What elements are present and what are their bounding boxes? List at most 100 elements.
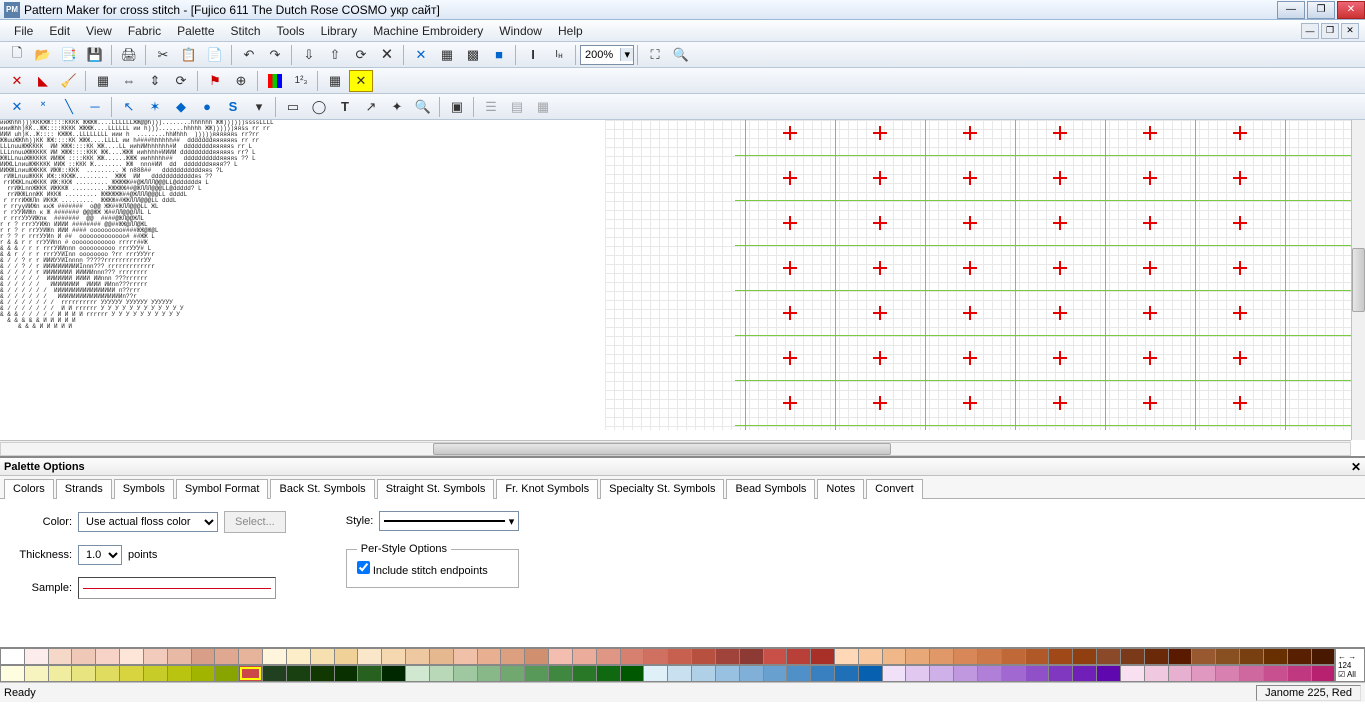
half-cross-icon[interactable]: ˟ <box>31 96 55 118</box>
horizontal-scrollbar[interactable] <box>0 440 1351 456</box>
color-swatch[interactable] <box>406 648 430 665</box>
tab-straight-st-symbols[interactable]: Straight St. Symbols <box>377 479 495 499</box>
tab-symbol-format[interactable]: Symbol Format <box>176 479 269 499</box>
color-swatch[interactable] <box>597 665 621 682</box>
cut-icon[interactable]: ✂ <box>151 44 175 66</box>
color-swatch[interactable] <box>454 648 478 665</box>
tab-symbols[interactable]: Symbols <box>114 479 174 499</box>
pointer-icon[interactable]: ↖ <box>117 96 141 118</box>
swatch-end-panel[interactable]: ← → 124 ☑ All <box>1335 648 1365 682</box>
color-swatch[interactable] <box>716 665 740 682</box>
mirror-h-icon[interactable]: ⇔ <box>117 70 141 92</box>
color-swatch[interactable] <box>573 648 597 665</box>
color-swatch[interactable] <box>859 648 883 665</box>
color-swatch[interactable] <box>168 648 192 665</box>
delete-icon[interactable]: 🗙 <box>375 44 399 66</box>
color-swatch[interactable] <box>1049 648 1073 665</box>
opt1-icon[interactable]: ☰ <box>479 96 503 118</box>
color-swatch[interactable] <box>525 665 549 682</box>
color-swatch[interactable] <box>263 665 287 682</box>
color-swatch[interactable] <box>168 665 192 682</box>
color-swatch[interactable] <box>0 648 25 665</box>
color-swatch[interactable] <box>597 648 621 665</box>
color-swatch[interactable] <box>120 648 144 665</box>
color-swatch[interactable] <box>1097 665 1121 682</box>
color-swatch[interactable] <box>1216 648 1240 665</box>
back-stitch-icon[interactable]: ╲ <box>57 96 81 118</box>
color-swatch[interactable] <box>1026 665 1050 682</box>
mdi-minimize-button[interactable]: — <box>1301 23 1319 39</box>
color-swatch[interactable] <box>1049 665 1073 682</box>
color-swatch[interactable] <box>287 665 311 682</box>
tab-specialty-st-symbols[interactable]: Specialty St. Symbols <box>600 479 724 499</box>
color-swatch[interactable] <box>311 665 335 682</box>
lasso-icon[interactable]: ◯ <box>307 96 331 118</box>
more-icon[interactable]: ▾ <box>247 96 271 118</box>
copy-icon[interactable]: 📋 <box>177 44 201 66</box>
color-swatch[interactable] <box>358 665 382 682</box>
menu-stitch[interactable]: Stitch <box>223 22 269 40</box>
full-stitch-icon[interactable]: ✕ <box>5 70 29 92</box>
count-icon[interactable]: 1²₃ <box>289 70 313 92</box>
ruler-icon[interactable]: Iн <box>547 44 571 66</box>
mdi-restore-button[interactable]: ❐ <box>1321 23 1339 39</box>
solid-icon[interactable]: ■ <box>487 44 511 66</box>
menu-file[interactable]: File <box>6 22 41 40</box>
special-icon[interactable]: S <box>221 96 245 118</box>
color-swatch[interactable] <box>1240 665 1264 682</box>
color-swatch[interactable] <box>120 665 144 682</box>
mdi-close-button[interactable]: ✕ <box>1341 23 1359 39</box>
color-swatch[interactable] <box>1312 665 1336 682</box>
straight-icon[interactable]: ─ <box>83 96 107 118</box>
export-icon[interactable]: ⇧ <box>323 44 347 66</box>
color-swatch[interactable] <box>835 665 859 682</box>
color-swatch[interactable] <box>1169 648 1193 665</box>
color-swatch[interactable] <box>478 665 502 682</box>
color-select[interactable]: Use actual floss color <box>78 512 218 532</box>
bead-icon[interactable]: ✶ <box>143 96 167 118</box>
open-icon[interactable]: 📂 <box>31 44 55 66</box>
color-swatch[interactable] <box>501 665 525 682</box>
wand-icon[interactable]: ✦ <box>385 96 409 118</box>
half-stitch-icon[interactable]: ◣ <box>31 70 55 92</box>
info-icon[interactable]: I <box>521 44 545 66</box>
color-swatch[interactable] <box>311 648 335 665</box>
color-swatch[interactable] <box>954 665 978 682</box>
center-icon[interactable]: ⊕ <box>229 70 253 92</box>
erase-icon[interactable]: 🧹 <box>57 70 81 92</box>
color-swatch[interactable] <box>25 665 49 682</box>
minimize-button[interactable]: — <box>1277 1 1305 19</box>
color-swatch[interactable] <box>1288 665 1312 682</box>
tab-bead-symbols[interactable]: Bead Symbols <box>726 479 815 499</box>
area-icon[interactable]: ▦ <box>91 70 115 92</box>
rgb-icon[interactable] <box>263 70 287 92</box>
maximize-button[interactable]: ❐ <box>1307 1 1335 19</box>
include-endpoints-checkbox[interactable]: Include stitch endpoints <box>357 565 488 577</box>
canvas[interactable]: ииЖhhh)))КККЖЖ::::КККК ЖЖЖЖ....LLLLLLЖЖ@… <box>0 120 1365 457</box>
color-swatch[interactable] <box>621 665 645 682</box>
color-swatch[interactable] <box>549 665 573 682</box>
tab-colors[interactable]: Colors <box>4 479 54 499</box>
color-swatch[interactable] <box>787 648 811 665</box>
color-swatch[interactable] <box>1216 665 1240 682</box>
color-swatch[interactable] <box>239 665 263 682</box>
color-swatch[interactable] <box>883 648 907 665</box>
select-color-button[interactable]: Select... <box>224 511 286 533</box>
zoom-select[interactable]: 200% <box>580 45 634 65</box>
move-icon[interactable]: ↗ <box>359 96 383 118</box>
save-icon[interactable]: 💾 <box>83 44 107 66</box>
undo-icon[interactable]: ↶ <box>237 44 261 66</box>
color-swatch[interactable] <box>430 665 454 682</box>
knot-icon[interactable]: ◆ <box>169 96 193 118</box>
style-select[interactable] <box>379 511 519 531</box>
color-swatch[interactable] <box>573 665 597 682</box>
color-swatch[interactable] <box>96 648 120 665</box>
fit-icon[interactable]: ⛶ <box>643 44 667 66</box>
menu-view[interactable]: View <box>78 22 120 40</box>
color-swatch[interactable] <box>1121 648 1145 665</box>
new-icon[interactable]: 🗋 <box>5 44 29 66</box>
color-swatch[interactable] <box>787 665 811 682</box>
color-swatch[interactable] <box>382 648 406 665</box>
color-swatch[interactable] <box>1240 648 1264 665</box>
vertical-scrollbar[interactable] <box>1351 120 1365 440</box>
